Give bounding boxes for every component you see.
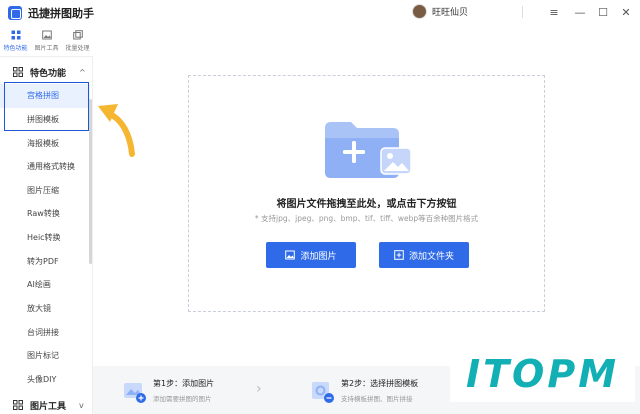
- tab-featured-label: 特色功能: [3, 45, 28, 52]
- annotation-arrow-icon: [98, 104, 135, 157]
- close-button[interactable]: ✕: [617, 3, 635, 21]
- tab-image-tools-label: 图片工具: [34, 45, 59, 52]
- sidebar-item-raw-convert[interactable]: Raw转换: [0, 202, 90, 226]
- add-image-label: 添加图片: [300, 251, 337, 262]
- user-area[interactable]: 旺旺仙贝: [412, 4, 468, 19]
- section-image-tools[interactable]: 图片工具 v: [0, 393, 92, 414]
- template-step-icon: [312, 382, 334, 403]
- folder-add-icon: [394, 250, 404, 260]
- sidebar-item-image-mark[interactable]: 图片标记: [0, 344, 90, 368]
- chevron-down-icon: v: [79, 400, 84, 410]
- add-folder-label: 添加文件夹: [408, 251, 454, 262]
- sidebar-item-to-pdf[interactable]: 转为PDF: [0, 250, 90, 274]
- category-tabs: 特色功能 图片工具 批量处理: [0, 25, 93, 57]
- add-image-step-icon: [124, 383, 146, 403]
- tab-batch-label: 批量处理: [65, 45, 90, 52]
- sidebar-item-subtitle-stitch[interactable]: 台词拼接: [0, 321, 90, 345]
- sidebar-scrollbar[interactable]: [89, 99, 92, 264]
- tab-image-tools[interactable]: 图片工具: [31, 25, 62, 57]
- tab-batch[interactable]: 批量处理: [62, 25, 93, 57]
- sidebar: 特色功能 ^ 宫格拼图 拼图模板 海报模板 通用格式转换 图片压缩 Raw转换 …: [0, 57, 93, 414]
- step-1-subtitle: 添加需要拼图的图片: [153, 395, 212, 403]
- section-featured-label: 特色功能: [30, 68, 67, 79]
- stack-icon: [72, 30, 83, 40]
- sidebar-item-compress[interactable]: 图片压缩: [0, 179, 90, 203]
- sidebar-item-heic-convert[interactable]: Heic转换: [0, 226, 90, 250]
- watermark-logo: ITOPM: [450, 346, 635, 402]
- sidebar-item-magnifier[interactable]: 放大镜: [0, 297, 90, 321]
- step-2-title: 第2步：选择拼图模板: [341, 379, 419, 388]
- grid-outline-icon: [13, 400, 23, 410]
- drop-instruction: 将图片文件拖拽至此处，或点击下方按钮: [276, 199, 457, 210]
- sidebar-item-format-convert[interactable]: 通用格式转换: [0, 155, 90, 179]
- app-title: 迅捷拼图助手: [28, 6, 94, 20]
- supported-formats-hint: * 支持jpg、jpeg、png、bmp、tif、tiff、webp等百余种图片…: [254, 214, 479, 223]
- image-icon: [285, 250, 296, 260]
- grid-icon: [11, 30, 20, 40]
- sidebar-item-ai-paint[interactable]: AI绘画: [0, 273, 90, 297]
- title-bar: 迅捷拼图助手 旺旺仙贝 ≡ — ☐ ✕: [0, 0, 640, 25]
- section-featured[interactable]: 特色功能 ^: [0, 60, 92, 84]
- folder-image-icon: [325, 122, 412, 178]
- drop-zone[interactable]: 将图片文件拖拽至此处，或点击下方按钮 * 支持jpg、jpeg、png、bmp、…: [188, 75, 545, 312]
- maximize-button[interactable]: ☐: [594, 3, 612, 21]
- minimize-button[interactable]: —: [571, 3, 589, 21]
- grid-outline-icon: [13, 67, 23, 77]
- add-image-button[interactable]: 添加图片: [266, 242, 356, 268]
- tab-featured[interactable]: 特色功能: [0, 25, 31, 57]
- section-image-tools-label: 图片工具: [30, 401, 67, 412]
- app-logo-icon: [8, 5, 22, 20]
- annotation-highlight-box: [4, 82, 89, 131]
- chevron-right-icon: ›: [256, 381, 262, 397]
- step-2-subtitle: 支持横板拼图、图片拼接: [341, 395, 413, 403]
- watermark-text: ITOPM: [465, 352, 620, 396]
- image-icon: [41, 30, 52, 40]
- menu-icon[interactable]: ≡: [545, 3, 563, 21]
- step-1-title: 第1步：添加图片: [153, 379, 215, 388]
- add-folder-button[interactable]: 添加文件夹: [379, 242, 469, 268]
- title-divider: [522, 6, 523, 18]
- sidebar-item-avatar-diy[interactable]: 头像DIY: [0, 368, 90, 392]
- chevron-up-icon: ^: [79, 67, 86, 77]
- sidebar-item-poster-template[interactable]: 海报模板: [0, 132, 90, 156]
- avatar[interactable]: [412, 4, 427, 19]
- user-name[interactable]: 旺旺仙贝: [432, 5, 468, 18]
